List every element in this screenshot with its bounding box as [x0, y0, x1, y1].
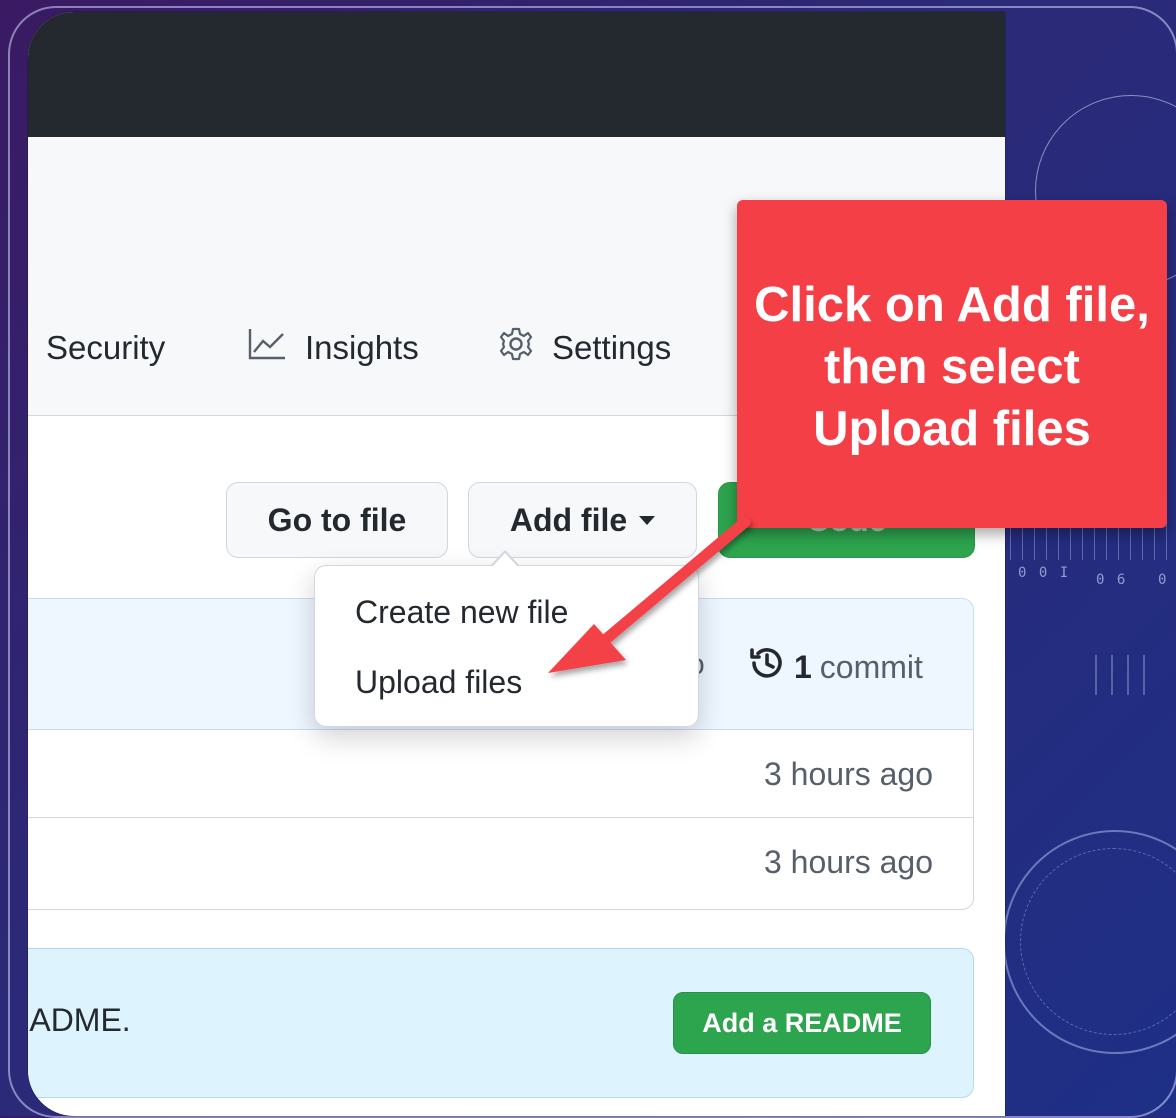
deco-digit: 0 6 [1096, 572, 1128, 588]
gear-icon [498, 326, 534, 370]
tab-insights[interactable]: Insights [247, 326, 419, 370]
github-screenshot: Security Insights Settings Go to file Ad… [28, 12, 1005, 1116]
add-file-button[interactable]: Add file [468, 482, 697, 558]
deco-ring [1003, 830, 1176, 1054]
add-file-dropdown: Create new file Upload files [314, 550, 699, 727]
go-to-file-button[interactable]: Go to file [226, 482, 448, 558]
top-header-bar [28, 12, 1005, 137]
menu-item-create-new-file[interactable]: Create new file [355, 594, 568, 631]
tab-settings[interactable]: Settings [498, 326, 671, 370]
annotation-text: Click on Add file, then select Upload fi… [754, 278, 1150, 456]
deco-ring [1020, 848, 1176, 1035]
deco-digit: 0 0 I [1018, 565, 1071, 581]
readme-banner-text: EADME. [28, 1002, 131, 1038]
button-label: Add a README [702, 1007, 902, 1038]
tab-label: Settings [552, 329, 672, 366]
tab-label: Insights [305, 329, 419, 366]
commit-label: commit [819, 648, 923, 685]
button-label: Add file [509, 501, 628, 538]
menu-item-upload-files[interactable]: Upload files [355, 664, 522, 701]
caret-down-icon [639, 515, 656, 525]
history-icon [748, 644, 786, 690]
tab-security[interactable]: Security [28, 326, 165, 370]
commit-count-link[interactable]: 1 commit [748, 644, 923, 690]
file-row[interactable]: 3 hours ago [28, 818, 974, 910]
file-row[interactable]: 3 hours ago [28, 730, 974, 818]
annotation-callout: Click on Add file, then select Upload fi… [737, 200, 1167, 528]
graph-icon [247, 327, 287, 369]
deco-digit: 0 [1158, 572, 1169, 588]
deco-ticks [1095, 655, 1155, 695]
file-time: 3 hours ago [763, 756, 933, 792]
commit-count: 1 [794, 648, 812, 685]
button-label: Go to file [267, 501, 407, 538]
tab-label: Security [46, 329, 166, 366]
add-readme-button[interactable]: Add a README [673, 992, 931, 1054]
file-time: 3 hours ago [763, 844, 933, 880]
